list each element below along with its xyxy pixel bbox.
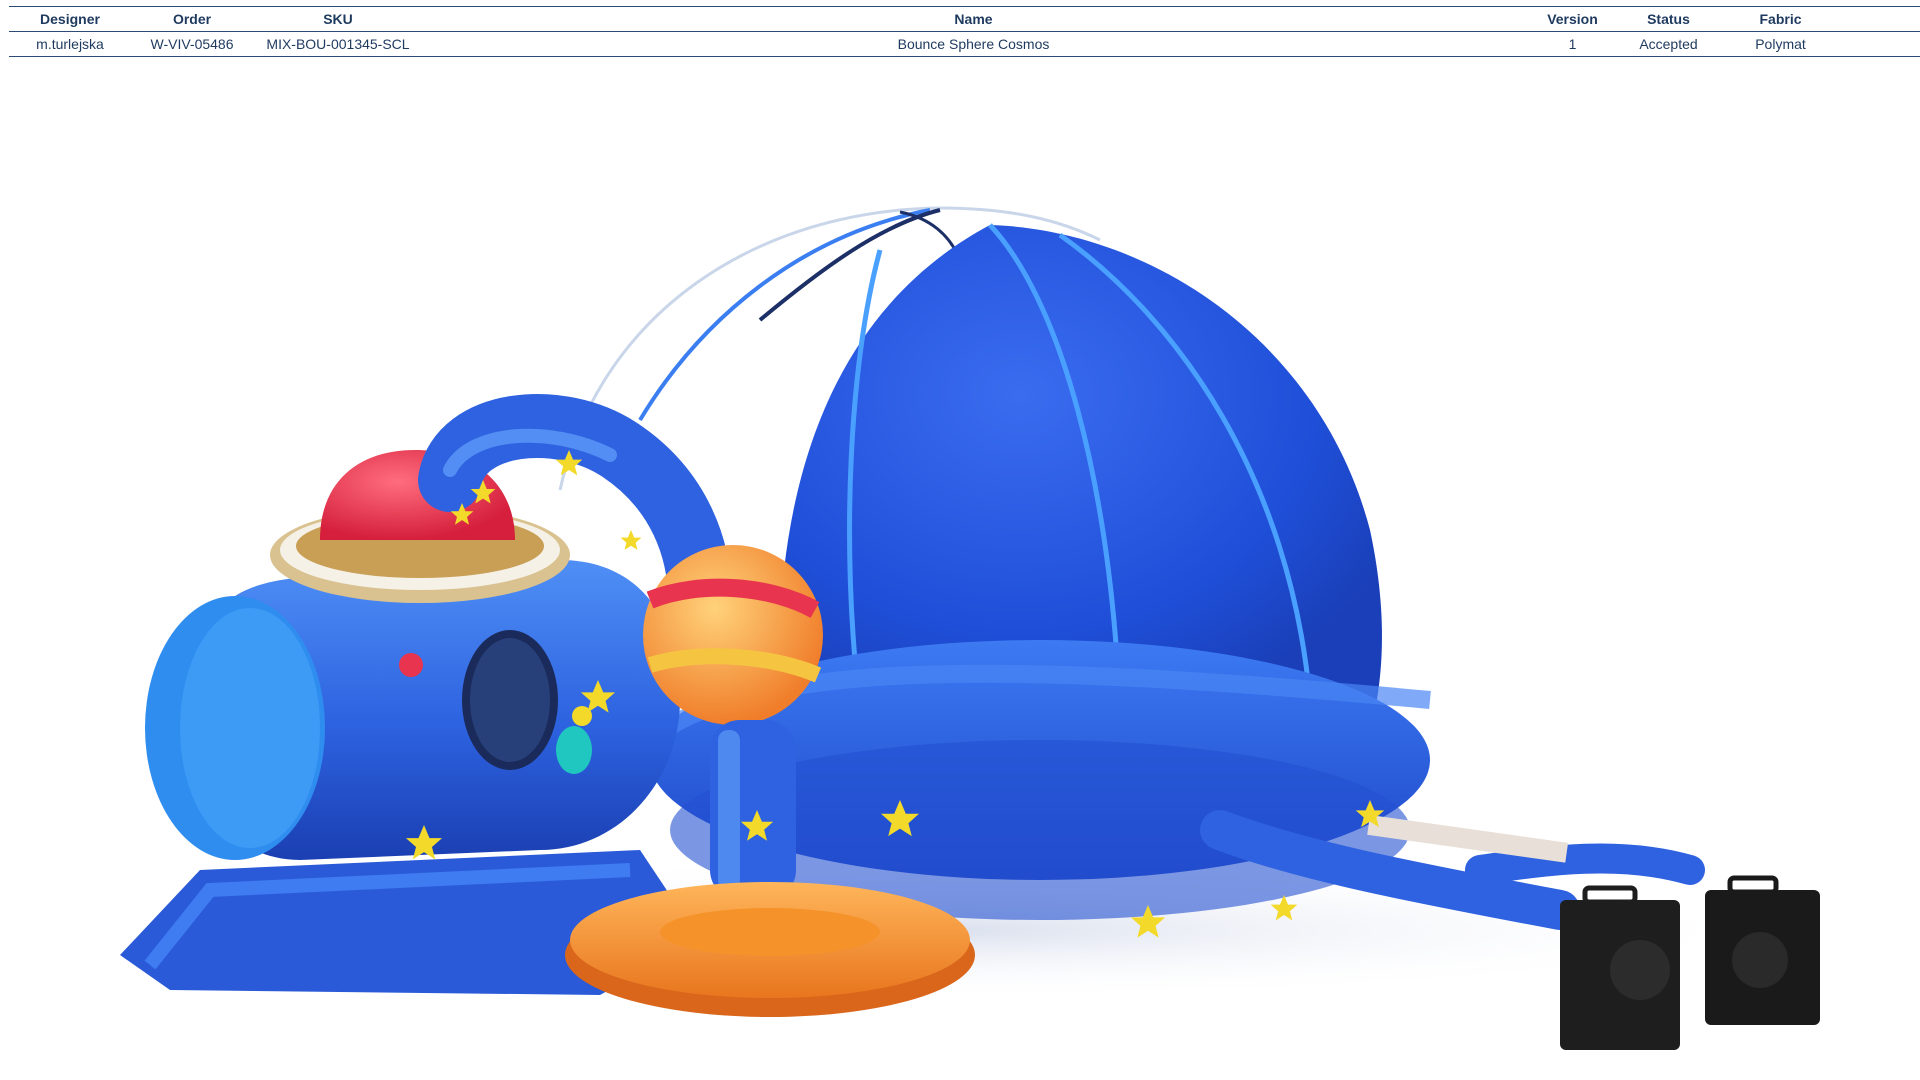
cell-status: Accepted <box>1621 31 1716 57</box>
cell-order: W-VIV-05486 <box>131 31 253 57</box>
header-sku: SKU <box>253 6 423 32</box>
inflatable-illustration <box>60 206 1820 1050</box>
spec-table: Designer Order SKU Name Version Status F… <box>9 6 1920 57</box>
cell-designer: m.turlejska <box>9 31 131 57</box>
product-sheet: Designer Order SKU Name Version Status F… <box>0 0 1920 1080</box>
header-fabric: Fabric <box>1716 6 1845 32</box>
cell-fabric: Polymat <box>1716 31 1845 57</box>
product-render <box>0 60 1920 1080</box>
blower-back <box>1705 875 1820 1025</box>
table-row: m.turlejska W-VIV-05486 MIX-BOU-001345-S… <box>9 31 1920 57</box>
cell-sku: MIX-BOU-001345-SCL <box>253 31 423 57</box>
cell-version: 1 <box>1524 31 1621 57</box>
header-name: Name <box>423 6 1524 32</box>
cell-name: Bounce Sphere Cosmos <box>423 31 1524 57</box>
blower-front <box>1560 885 1680 1050</box>
header-order: Order <box>131 6 253 32</box>
header-designer: Designer <box>9 6 131 32</box>
table-header-row: Designer Order SKU Name Version Status F… <box>9 6 1920 32</box>
header-status: Status <box>1621 6 1716 32</box>
planet-ball <box>643 545 823 725</box>
header-version: Version <box>1524 6 1621 32</box>
